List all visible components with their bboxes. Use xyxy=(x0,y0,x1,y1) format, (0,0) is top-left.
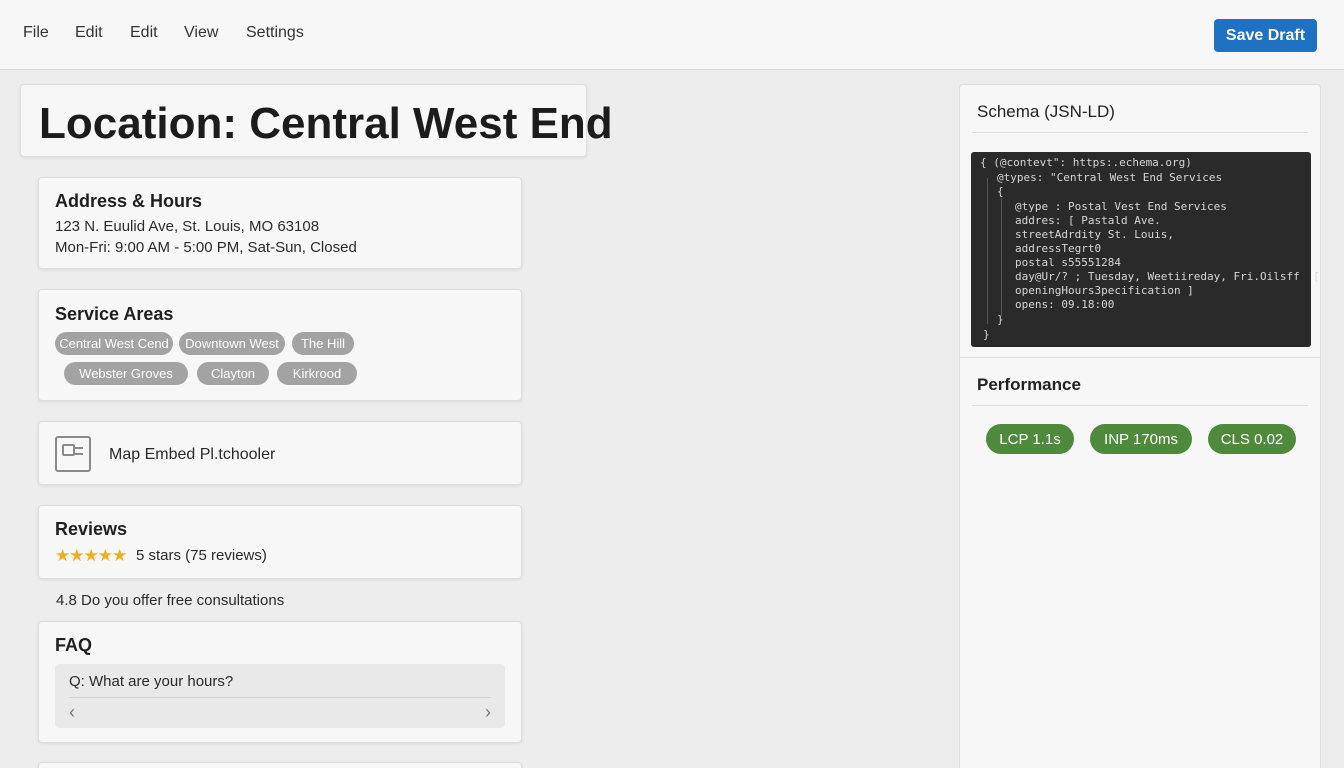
service-areas-card: Service Areas Central West Cend Downtown… xyxy=(38,289,522,401)
menu-edit-2[interactable]: Edit xyxy=(130,24,158,42)
code-line: @type : Postal Vest End Services xyxy=(1015,200,1227,213)
indent-guide xyxy=(987,178,988,324)
faq-question: Q: What are your hours? xyxy=(69,673,234,690)
area-chip[interactable]: Kirkrood xyxy=(277,362,357,385)
code-line: } xyxy=(983,328,990,341)
faq-title: FAQ xyxy=(55,635,93,655)
faq-stray-line: 4.8 Do you offer free consultations xyxy=(56,592,285,609)
area-chip[interactable]: Downtown West xyxy=(179,332,285,355)
code-line: day@Ur/? ; Tuesday, Weetiireday, Fri.Oil… xyxy=(1015,270,1320,283)
next-card xyxy=(38,762,522,768)
faq-item[interactable]: Q: What are your hours? ‹ › xyxy=(55,664,505,728)
area-chip[interactable]: Central West Cend xyxy=(55,332,173,355)
map-card[interactable]: Map Embed Pl.tchooler xyxy=(38,421,522,485)
address-street: 123 N. Euulid Ave, St. Louis, MO 63108 xyxy=(55,218,320,235)
code-line: addressTegrt0 xyxy=(1015,242,1102,255)
schema-title: Schema (JSN-LD) xyxy=(977,102,1115,121)
code-line: { xyxy=(997,185,1004,198)
metric-badge-lcp: LCP 1.1s xyxy=(986,424,1074,454)
indent-guide xyxy=(1001,198,1002,316)
code-line: streetAdrdity St. Louis, xyxy=(1015,228,1174,241)
schema-code-block[interactable]: { (@contevt": https:.echema.org) @types:… xyxy=(971,152,1320,347)
area-chip[interactable]: Clayton xyxy=(197,362,269,385)
review-summary: 5 stars (75 reviews) xyxy=(136,547,267,564)
faq-card: FAQ Q: What are your hours? ‹ › xyxy=(38,621,522,743)
performance-divider xyxy=(972,405,1308,406)
chevron-right-icon[interactable]: › xyxy=(485,702,491,723)
menu-edit[interactable]: Edit xyxy=(75,24,103,42)
code-line: addres: [ Pastald Ave. xyxy=(1015,214,1161,227)
address-title: Address & Hours xyxy=(55,191,203,211)
service-areas-title: Service Areas xyxy=(55,304,174,324)
schema-divider xyxy=(972,132,1308,133)
performance-title: Performance xyxy=(977,375,1081,394)
star-rating-icon: ★★★★★ xyxy=(55,546,127,565)
page-title: Location: Central West End xyxy=(39,99,613,148)
area-chip[interactable]: Webster Groves xyxy=(64,362,188,385)
code-line: } xyxy=(997,313,1004,326)
side-panel: Schema (JSN-LD) { (@contevt": https:.ech… xyxy=(959,84,1321,768)
menu-settings[interactable]: Settings xyxy=(246,24,304,42)
metric-badge-cls: CLS 0.02 xyxy=(1208,424,1296,454)
menu-view[interactable]: View xyxy=(184,24,218,42)
faq-divider xyxy=(69,697,491,698)
metric-badge-inp: INP 170ms xyxy=(1090,424,1192,454)
code-line: postal s55551284 xyxy=(1015,256,1121,269)
reviews-title: Reviews xyxy=(55,519,128,539)
address-card: Address & Hours 123 N. Euulid Ave, St. L… xyxy=(38,177,522,269)
code-line: @types: "Central West End Services xyxy=(997,171,1223,184)
menu-bar: File Edit Edit View Settings Save Draft xyxy=(0,0,1344,70)
title-card: Location: Central West End xyxy=(20,84,613,157)
menu-file[interactable]: File xyxy=(23,24,49,42)
code-line: { (@contevt": https:.echema.org) xyxy=(980,156,1192,169)
chevron-left-icon[interactable]: ‹ xyxy=(69,702,75,723)
map-icon xyxy=(55,436,91,472)
address-hours: Mon-Fri: 9:00 AM - 5:00 PM, Sat-Sun, Clo… xyxy=(55,239,357,256)
map-label: Map Embed Pl.tchooler xyxy=(109,446,276,463)
code-line: opens: 09.18:00 xyxy=(1015,298,1115,311)
save-draft-button[interactable]: Save Draft xyxy=(1214,19,1317,52)
code-line: openingHours3pecification ] xyxy=(1015,284,1194,297)
area-chip[interactable]: The Hill xyxy=(292,332,354,355)
section-divider xyxy=(960,357,1320,358)
reviews-card: Reviews ★★★★★ 5 stars (75 reviews) xyxy=(38,505,522,579)
